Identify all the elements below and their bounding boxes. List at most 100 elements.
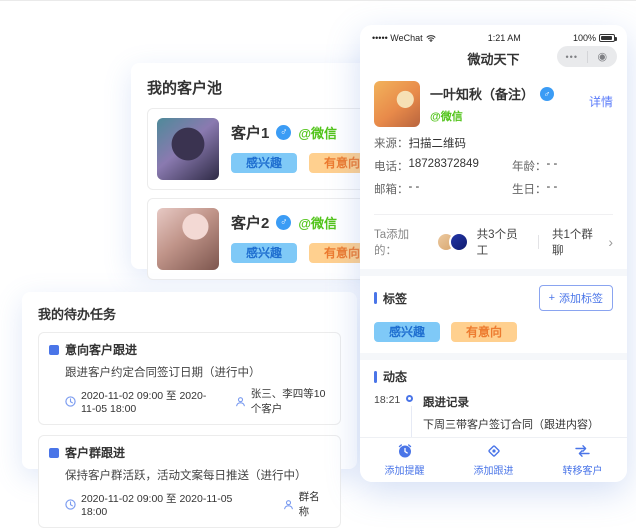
- battery-percent: 100%: [572, 33, 596, 43]
- add-tag-label: 添加标签: [559, 293, 603, 305]
- customer-name: 客户2: [231, 215, 270, 232]
- tags-section: 标签 + 添加标签 感兴趣 有意向: [360, 276, 627, 353]
- section-divider: [360, 269, 627, 276]
- close-minimize-icon[interactable]: ◉: [588, 50, 618, 63]
- customer-1-tags: 感兴趣 有意向: [231, 153, 376, 173]
- task-row-1[interactable]: 意向客户跟进 跟进客户约定合同签订日期（进行中） 2020-11-02 09:0…: [38, 332, 341, 425]
- age-label: 年龄：: [512, 161, 547, 173]
- entry-content: 下周三带客户签订合同（跟进内容）: [423, 419, 599, 431]
- task-title: 客户群跟进: [65, 446, 126, 460]
- task-row-2[interactable]: 客户群跟进 保持客户群活跃，活动文案每日推送（进行中） 2020-11-02 0…: [38, 435, 341, 528]
- contact-fields: 来源： 扫描二维码 电话： 18728372849 年龄： - - 邮箱： - …: [360, 133, 627, 212]
- customer-1-name-row: 客户1 ♂ @微信: [231, 122, 375, 143]
- clock-icon: [65, 395, 76, 407]
- task-1-meta: 2020-11-02 09:00 至 2020-11-05 18:00 张三、李…: [65, 386, 330, 416]
- added-by-row[interactable]: Ta添加的： 共3个员工 共1个群聊 ›: [360, 217, 627, 269]
- email-value: - -: [408, 181, 420, 193]
- group-count: 共1个群聊: [551, 229, 593, 257]
- add-tag-button[interactable]: + 添加标签: [538, 285, 613, 311]
- birthday-label: 生日：: [512, 184, 547, 196]
- task-time: 2020-11-02 09:00 至 2020-11-05 18:00: [81, 389, 207, 415]
- tag-intent: 有意向: [451, 322, 518, 342]
- tag-list: 感兴趣 有意向: [374, 322, 613, 342]
- task-description: 保持客户群活跃，活动文案每日推送（进行中）: [65, 470, 307, 482]
- action-label: 添加提醒: [384, 466, 425, 477]
- task-bullet-icon: [49, 447, 59, 458]
- email-label: 邮箱：: [374, 184, 409, 196]
- status-time: 1:21 AM: [487, 33, 521, 43]
- more-menu-icon[interactable]: •••: [557, 52, 587, 62]
- contact-avatar: [374, 81, 420, 127]
- phone-label: 电话：: [374, 161, 409, 173]
- person-icon: [283, 499, 293, 509]
- section-bar-icon: [374, 292, 377, 304]
- source-row: 来源： 扫描二维码: [374, 135, 613, 151]
- source-label: 来源：: [374, 138, 409, 150]
- customer-2-info: 客户2 ♂ @微信 感兴趣 有意向: [231, 208, 376, 263]
- email-cell: 邮箱： - -: [374, 181, 512, 197]
- age-cell: 年龄： - -: [512, 158, 557, 174]
- activity-title: 动态: [383, 370, 408, 384]
- status-bar: ••••• WeChat 1:21 AM 100%: [360, 25, 627, 45]
- status-left: ••••• WeChat: [372, 33, 436, 43]
- task-bullet-icon: [49, 344, 59, 355]
- task-2-header: 客户群跟进: [49, 444, 330, 461]
- miniprogram-capsule: ••• ◉: [557, 46, 617, 67]
- entry-type: 跟进记录: [423, 397, 469, 409]
- task-description: 跟进客户约定合同签订日期（进行中）: [65, 367, 261, 379]
- phone-cell: 电话： 18728372849: [374, 158, 512, 174]
- customer-1-avatar: [157, 118, 219, 180]
- contact-profile: 一叶知秋（备注） ♂ @微信 详情: [360, 71, 627, 133]
- contact-info: 一叶知秋（备注） ♂ @微信: [430, 81, 589, 127]
- birthday-cell: 生日： - -: [512, 181, 557, 197]
- contact-channel: @微信: [430, 111, 463, 123]
- staff-avatar-2: [448, 232, 469, 252]
- carrier-label: ••••• WeChat: [372, 33, 423, 43]
- staff-avatars: [435, 232, 469, 252]
- clock-icon: [65, 498, 76, 510]
- tag-interested: 感兴趣: [374, 322, 441, 342]
- male-gender-icon: ♂: [540, 86, 555, 101]
- customer-2-tags: 感兴趣 有意向: [231, 243, 376, 263]
- add-reminder-button[interactable]: 添加提醒: [360, 438, 449, 482]
- customer-channel: @微信: [298, 126, 338, 141]
- task-title: 意向客户跟进: [65, 343, 138, 357]
- action-label: 添加跟进: [473, 466, 514, 477]
- customer-name: 客户1: [231, 125, 270, 142]
- battery-icon: [598, 34, 617, 42]
- app-title: 微动天下: [467, 51, 520, 67]
- todo-card: 我的待办任务 意向客户跟进 跟进客户约定合同签订日期（进行中） 2020-11-…: [22, 292, 357, 528]
- male-gender-icon: ♂: [276, 215, 292, 230]
- customer-channel: @微信: [298, 216, 338, 231]
- bottom-action-bar: 添加提醒 添加跟进 转移客户: [360, 437, 627, 482]
- timeline-dot-icon: [406, 395, 413, 402]
- transfer-arrows-icon: [575, 445, 590, 457]
- age-value: - -: [546, 158, 558, 170]
- tag-interested: 感兴趣: [231, 153, 298, 173]
- task-1-header: 意向客户跟进: [49, 341, 330, 358]
- transfer-customer-button[interactable]: 转移客户: [538, 438, 627, 482]
- todo-title: 我的待办任务: [38, 307, 117, 322]
- plus-icon: +: [548, 292, 555, 304]
- wifi-icon: [426, 35, 436, 42]
- aim-diamond-icon: [487, 445, 500, 457]
- chevron-right-icon[interactable]: ›: [608, 235, 613, 249]
- phone-mockup: ••••• WeChat 1:21 AM 100% 微动天下 ••• ◉ 一叶知…: [360, 25, 627, 482]
- customer-2-avatar: [157, 208, 219, 270]
- staff-count: 共3个员工: [476, 229, 518, 257]
- add-followup-button[interactable]: 添加跟进: [449, 438, 538, 482]
- birthday-value: - -: [546, 181, 558, 193]
- status-right: 100%: [572, 33, 617, 43]
- activity-title-wrap: 动态: [374, 368, 613, 385]
- phone-age-row: 电话： 18728372849 年龄： - -: [374, 158, 613, 174]
- email-birthday-row: 邮箱： - - 生日： - -: [374, 181, 613, 197]
- divider: [374, 214, 613, 215]
- contact-name-row: 一叶知秋（备注） ♂: [430, 84, 589, 103]
- detail-link[interactable]: 详情: [589, 81, 613, 127]
- contact-name: 一叶知秋（备注）: [430, 87, 535, 102]
- vertical-divider: [538, 235, 539, 249]
- section-divider: [360, 353, 627, 360]
- phone-value: 18728372849: [408, 158, 479, 170]
- tags-title: 标签: [383, 291, 408, 306]
- action-label: 转移客户: [562, 466, 603, 477]
